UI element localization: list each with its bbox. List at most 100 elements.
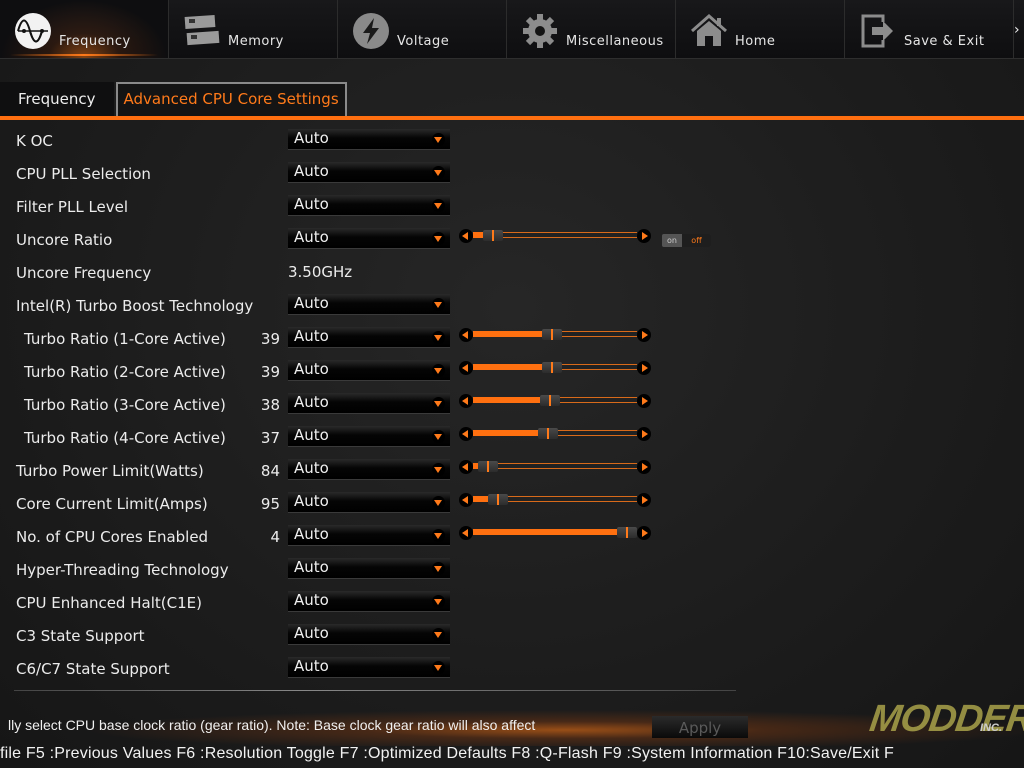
setting-row: Uncore Frequency 3.50GHz xyxy=(0,256,1024,289)
slider-increment-icon[interactable] xyxy=(637,526,651,540)
setting-dropdown[interactable]: Auto xyxy=(288,327,450,347)
setting-dropdown[interactable]: Auto xyxy=(288,228,450,248)
slider-decrement-icon[interactable] xyxy=(459,493,473,507)
slider-thumb[interactable] xyxy=(478,461,498,472)
setting-row: K OC Auto xyxy=(0,124,1024,157)
dropdown-value: Auto xyxy=(294,195,329,213)
setting-dropdown[interactable]: Auto xyxy=(288,195,450,215)
setting-dropdown[interactable]: Auto xyxy=(288,591,450,611)
nav-scroll-right-button[interactable]: › xyxy=(1014,0,1024,58)
slider-increment-icon[interactable] xyxy=(637,361,651,375)
setting-dropdown[interactable]: Auto xyxy=(288,360,450,380)
setting-dropdown[interactable]: Auto xyxy=(288,558,450,578)
slider-decrement-icon[interactable] xyxy=(459,361,473,375)
chevron-down-icon xyxy=(432,496,445,509)
chevron-down-icon xyxy=(432,232,445,245)
apply-button[interactable]: Apply xyxy=(652,716,748,738)
setting-current-value: 95 xyxy=(260,495,280,513)
chevron-down-icon xyxy=(432,166,445,179)
footer-divider xyxy=(14,690,736,691)
memory-icon xyxy=(183,12,221,50)
chevron-down-icon xyxy=(432,661,445,674)
setting-dropdown[interactable]: Auto xyxy=(288,492,450,512)
setting-label: Uncore Frequency xyxy=(16,264,152,282)
dropdown-value: Auto xyxy=(294,624,329,642)
setting-dropdown[interactable]: Auto xyxy=(288,525,450,545)
setting-label: Turbo Ratio (3-Core Active) xyxy=(24,396,226,414)
slider-increment-icon[interactable] xyxy=(637,328,651,342)
slider-thumb[interactable] xyxy=(540,395,560,406)
chevron-down-icon xyxy=(432,463,445,476)
setting-label: Intel(R) Turbo Boost Technology xyxy=(16,297,254,315)
slider-thumb[interactable] xyxy=(488,494,508,505)
slider-decrement-icon[interactable] xyxy=(459,526,473,540)
nav-tab-frequency[interactable]: Frequency xyxy=(0,0,169,58)
nav-tab-home[interactable]: Home xyxy=(676,0,845,58)
setting-slider[interactable] xyxy=(459,426,651,442)
slider-increment-icon[interactable] xyxy=(637,493,651,507)
sub-tabs: Frequency Advanced CPU Core Settings xyxy=(0,82,347,116)
slider-decrement-icon[interactable] xyxy=(459,427,473,441)
setting-current-value: 37 xyxy=(260,429,280,447)
setting-dropdown[interactable]: Auto xyxy=(288,459,450,479)
setting-label: Uncore Ratio xyxy=(16,231,113,249)
setting-dropdown[interactable]: Auto xyxy=(288,393,450,413)
setting-dropdown[interactable]: Auto xyxy=(288,162,450,182)
setting-dropdown[interactable]: Auto xyxy=(288,129,450,149)
nav-tab-miscellaneous[interactable]: Miscellaneous xyxy=(507,0,676,58)
nav-tab-save-exit[interactable]: Save & Exit xyxy=(845,0,1014,58)
dropdown-value: Auto xyxy=(294,492,329,510)
nav-tab-voltage[interactable]: Voltage xyxy=(338,0,507,58)
watermark-logo: MODDERS xyxy=(867,698,1024,740)
slider-decrement-icon[interactable] xyxy=(459,460,473,474)
dropdown-value: Auto xyxy=(294,657,329,675)
setting-row: CPU Enhanced Halt(C1E) Auto xyxy=(0,586,1024,619)
setting-dropdown[interactable]: Auto xyxy=(288,657,450,677)
setting-current-value: 38 xyxy=(260,396,280,414)
dropdown-value: Auto xyxy=(294,525,329,543)
setting-slider[interactable] xyxy=(459,228,651,244)
slider-decrement-icon[interactable] xyxy=(459,328,473,342)
slider-fill xyxy=(473,430,548,436)
slider-increment-icon[interactable] xyxy=(637,229,651,243)
dropdown-value: Auto xyxy=(294,327,329,345)
subtab-frequency[interactable]: Frequency xyxy=(0,82,114,116)
save-exit-icon xyxy=(859,12,897,50)
setting-dropdown[interactable]: Auto xyxy=(288,624,450,644)
setting-slider[interactable] xyxy=(459,459,651,475)
slider-increment-icon[interactable] xyxy=(637,427,651,441)
function-key-legend: file F5 :Previous Values F6 :Resolution … xyxy=(0,745,894,762)
slider-increment-icon[interactable] xyxy=(637,460,651,474)
setting-dropdown[interactable]: Auto xyxy=(288,426,450,446)
slider-thumb[interactable] xyxy=(538,428,558,439)
accent-divider xyxy=(0,116,1024,120)
setting-dropdown[interactable]: Auto xyxy=(288,294,450,314)
setting-label: C6/C7 State Support xyxy=(16,660,170,678)
setting-row: CPU PLL Selection Auto xyxy=(0,157,1024,190)
setting-row: Intel(R) Turbo Boost Technology Auto xyxy=(0,289,1024,322)
setting-slider[interactable] xyxy=(459,327,651,343)
setting-slider[interactable] xyxy=(459,492,651,508)
setting-slider[interactable] xyxy=(459,393,651,409)
slider-decrement-icon[interactable] xyxy=(459,229,473,243)
slider-increment-icon[interactable] xyxy=(637,394,651,408)
uncore-ratio-toggle[interactable]: on off xyxy=(662,234,711,247)
dropdown-value: Auto xyxy=(294,591,329,609)
slider-thumb[interactable] xyxy=(542,362,562,373)
subtab-advanced-cpu-core-settings[interactable]: Advanced CPU Core Settings xyxy=(115,82,347,116)
setting-value: 3.50GHz xyxy=(288,263,353,281)
chevron-down-icon xyxy=(432,397,445,410)
setting-row: No. of CPU Cores Enabled 4 Auto xyxy=(0,520,1024,553)
setting-slider[interactable] xyxy=(459,525,651,541)
slider-thumb[interactable] xyxy=(542,329,562,340)
nav-tab-memory[interactable]: Memory xyxy=(169,0,338,58)
slider-decrement-icon[interactable] xyxy=(459,394,473,408)
chevron-down-icon xyxy=(432,430,445,443)
setting-row: Turbo Ratio (1-Core Active) 39 Auto xyxy=(0,322,1024,355)
setting-current-value: 84 xyxy=(260,462,280,480)
slider-thumb[interactable] xyxy=(483,230,503,241)
dropdown-value: Auto xyxy=(294,129,329,147)
toggle-off-label: off xyxy=(682,234,711,247)
setting-slider[interactable] xyxy=(459,360,651,376)
slider-thumb[interactable] xyxy=(617,527,637,538)
